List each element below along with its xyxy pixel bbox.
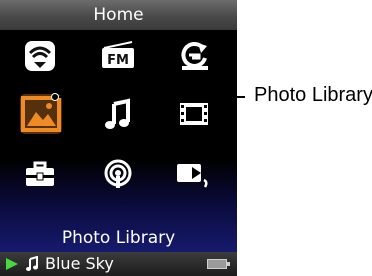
music-note-icon <box>105 98 130 129</box>
selected-item-caption: Photo Library <box>61 228 176 248</box>
menu-item-sync[interactable] <box>162 30 226 82</box>
fm-radio-icon: FM <box>102 41 134 68</box>
now-playing-track: Blue Sky <box>45 254 114 273</box>
play-icon <box>6 258 18 270</box>
menu-item-fm-radio[interactable]: FM <box>86 30 150 82</box>
status-bar: Blue Sky <box>0 252 237 276</box>
now-playing-icon <box>177 164 208 188</box>
video-film-icon <box>180 103 208 125</box>
menu-grid: FM <box>0 30 237 210</box>
toolbox-settings-icon <box>26 161 54 186</box>
menu-item-now-playing[interactable] <box>162 148 226 200</box>
menu-item-settings[interactable] <box>8 148 72 200</box>
music-note-icon <box>26 256 38 271</box>
home-menu: FM Photo Library <box>0 30 237 252</box>
battery-icon <box>207 259 230 269</box>
svg-text:FM: FM <box>107 53 129 68</box>
callout-label: Photo Library <box>254 84 372 106</box>
callout-line <box>55 96 245 98</box>
sync-icon <box>181 41 208 70</box>
podcast-icon <box>104 159 132 188</box>
menu-item-podcast[interactable] <box>86 148 150 200</box>
wireless-icon <box>25 41 55 71</box>
menu-item-wireless[interactable] <box>8 30 72 82</box>
callout-dot <box>51 93 59 101</box>
page-title: Home <box>0 0 237 30</box>
player-screen: Home FM Photo Library Blue Sky <box>0 0 237 276</box>
